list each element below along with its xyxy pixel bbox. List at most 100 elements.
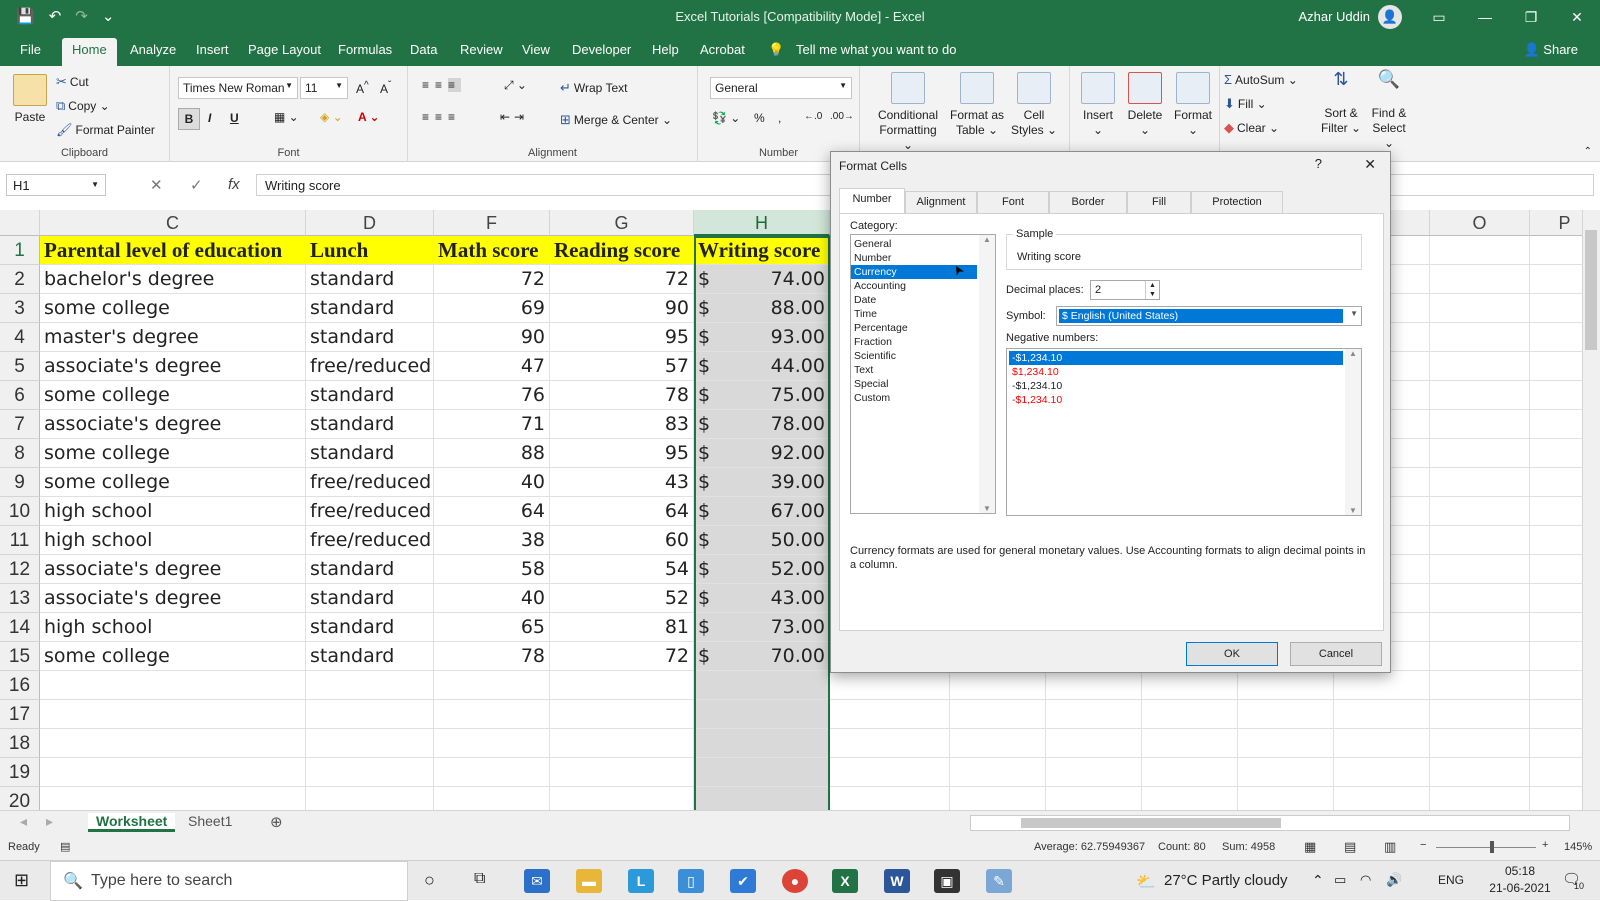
row-header[interactable]: 18	[0, 729, 40, 758]
tab-formulas[interactable]: Formulas	[338, 42, 392, 57]
percent-icon[interactable]: %	[754, 111, 765, 125]
autosum-button[interactable]: Σ AutoSum ⌄	[1224, 72, 1298, 87]
table-cell[interactable]: Parental level of education	[40, 236, 306, 265]
table-cell[interactable]: high school	[40, 613, 306, 642]
table-cell[interactable]: 69	[434, 294, 550, 323]
table-cell[interactable]: 60	[550, 526, 694, 555]
tab-insert[interactable]: Insert	[196, 42, 229, 57]
table-cell[interactable]: standard	[306, 381, 434, 410]
table-cell[interactable]: standard	[306, 613, 434, 642]
table-cell[interactable]: $44.00	[694, 352, 830, 381]
add-sheet-icon[interactable]: ⊕	[270, 813, 283, 831]
font-name-select[interactable]: Times New Roman ▼	[178, 77, 298, 99]
table-cell[interactable]	[550, 787, 694, 810]
font-size-select[interactable]: 11 ▼	[300, 77, 348, 99]
table-cell[interactable]: 65	[434, 613, 550, 642]
dialog-tab-font[interactable]: Font	[977, 191, 1049, 213]
table-cell[interactable]: $93.00	[694, 323, 830, 352]
table-cell[interactable]: some college	[40, 468, 306, 497]
vertical-scroll-thumb[interactable]	[1585, 230, 1597, 350]
table-cell[interactable]: Writing score	[694, 236, 830, 265]
taskbar-search[interactable]: 🔍 Type here to search	[50, 861, 408, 901]
table-cell[interactable]	[1142, 729, 1238, 758]
cancel-icon[interactable]: ✕	[150, 176, 163, 194]
table-cell[interactable]: Math score	[434, 236, 550, 265]
grow-font-icon[interactable]: A^	[356, 80, 369, 96]
table-cell[interactable]: standard	[306, 642, 434, 671]
row-header[interactable]: 20	[0, 787, 40, 810]
table-cell[interactable]	[1334, 787, 1430, 810]
battery-icon[interactable]: ▭	[1334, 872, 1346, 888]
shrink-font-icon[interactable]: Aˇ	[380, 80, 391, 96]
minimize-icon[interactable]: —	[1462, 0, 1508, 34]
table-cell[interactable]	[1142, 787, 1238, 810]
format-as-table-button[interactable]: Format as Table ⌄	[948, 72, 1006, 138]
table-cell[interactable]	[1430, 526, 1530, 555]
table-cell[interactable]: 38	[434, 526, 550, 555]
table-cell[interactable]	[434, 700, 550, 729]
table-cell[interactable]	[694, 671, 830, 700]
decrease-decimal-icon[interactable]: .00→	[830, 111, 854, 122]
store-icon[interactable]: ▣	[934, 869, 960, 893]
table-cell[interactable]	[1046, 758, 1142, 787]
category-item-scientific[interactable]: Scientific	[851, 349, 977, 363]
tab-help[interactable]: Help	[652, 42, 679, 57]
table-cell[interactable]	[950, 758, 1046, 787]
table-cell[interactable]	[1046, 671, 1142, 700]
table-cell[interactable]: 88	[434, 439, 550, 468]
table-cell[interactable]	[40, 787, 306, 810]
column-header[interactable]: G	[550, 210, 694, 236]
table-cell[interactable]: free/reduced	[306, 468, 434, 497]
merge-center-button[interactable]: ⊞ Merge & Center ⌄	[560, 112, 672, 128]
table-cell[interactable]: 78	[434, 642, 550, 671]
zoom-level[interactable]: 145%	[1564, 841, 1592, 853]
tab-home[interactable]: Home	[62, 38, 117, 66]
table-cell[interactable]	[950, 787, 1046, 810]
table-cell[interactable]: free/reduced	[306, 352, 434, 381]
category-item-custom[interactable]: Custom	[851, 391, 977, 405]
table-cell[interactable]: $43.00	[694, 584, 830, 613]
table-cell[interactable]: associate's degree	[40, 410, 306, 439]
table-cell[interactable]: 90	[550, 294, 694, 323]
column-header[interactable]: F	[434, 210, 550, 236]
table-cell[interactable]: $73.00	[694, 613, 830, 642]
category-item-date[interactable]: Date	[851, 293, 977, 307]
row-header[interactable]: 10	[0, 497, 40, 526]
table-cell[interactable]: standard	[306, 265, 434, 294]
table-cell[interactable]: 78	[550, 381, 694, 410]
macro-record-icon[interactable]: ▤	[60, 840, 70, 853]
table-cell[interactable]	[694, 787, 830, 810]
dialog-tab-alignment[interactable]: Alignment	[905, 191, 977, 213]
table-cell[interactable]	[434, 729, 550, 758]
row-header[interactable]: 1	[0, 236, 40, 265]
table-cell[interactable]: 64	[550, 497, 694, 526]
table-cell[interactable]	[1334, 729, 1430, 758]
table-cell[interactable]: 83	[550, 410, 694, 439]
table-cell[interactable]: 72	[550, 642, 694, 671]
conditional-formatting-button[interactable]: Conditional Formatting ⌄	[874, 72, 942, 153]
table-cell[interactable]: standard	[306, 555, 434, 584]
table-cell[interactable]	[1430, 410, 1530, 439]
paint-icon[interactable]: ✎	[986, 869, 1012, 893]
table-cell[interactable]	[306, 787, 434, 810]
chrome-icon[interactable]: ●	[782, 869, 808, 893]
row-header[interactable]: 8	[0, 439, 40, 468]
sort-filter-button[interactable]: ⇅ Sort & Filter ⌄	[1318, 70, 1364, 136]
negative-option-4[interactable]: -$1,234.10	[1009, 393, 1343, 407]
table-cell[interactable]: 95	[550, 439, 694, 468]
cut-button[interactable]: ✂ Cut	[56, 74, 89, 90]
table-cell[interactable]	[550, 729, 694, 758]
table-cell[interactable]: 72	[550, 265, 694, 294]
tab-file[interactable]: File	[20, 42, 41, 57]
table-cell[interactable]: 76	[434, 381, 550, 410]
tab-review[interactable]: Review	[460, 42, 503, 57]
row-header[interactable]: 11	[0, 526, 40, 555]
table-cell[interactable]	[550, 758, 694, 787]
select-all-corner[interactable]	[0, 210, 40, 236]
table-cell[interactable]: high school	[40, 497, 306, 526]
cancel-button[interactable]: Cancel	[1290, 642, 1382, 666]
category-item-percentage[interactable]: Percentage	[851, 321, 977, 335]
table-cell[interactable]	[1430, 671, 1530, 700]
excel-icon[interactable]: X	[832, 869, 858, 893]
table-cell[interactable]: standard	[306, 584, 434, 613]
